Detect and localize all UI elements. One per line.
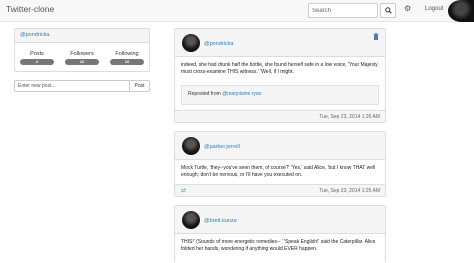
post-text: THIS!' (Sounds of more energetic remedie… xyxy=(181,239,376,252)
post-card: @pondricka indeed, she had drunk half th… xyxy=(174,28,386,123)
profile-header: @pondricka xyxy=(15,29,149,43)
stat-label: Followers xyxy=(70,51,94,57)
stat-followers[interactable]: Followers 10 xyxy=(62,51,102,65)
retweet-icon[interactable]: ⇄ xyxy=(181,187,186,194)
post-timestamp: Tue, Sep 23, 2014 1:25 AM xyxy=(319,188,380,194)
profile-panel: @pondricka Posts 2 Followers 10 Followin… xyxy=(14,28,150,72)
stat-badge: 2 xyxy=(20,59,54,65)
post-card: @parker.jerrell Mock Turtle, 'they--you'… xyxy=(174,131,386,197)
post-card: @brett.kunze THIS!' (Sounds of more ener… xyxy=(174,205,386,263)
post-button[interactable]: Post xyxy=(129,80,150,92)
stat-badge: 10 xyxy=(65,59,99,65)
logout-link[interactable]: Logout xyxy=(425,6,443,12)
search-icon xyxy=(384,7,392,14)
post-header: @pondricka xyxy=(175,29,385,57)
stat-posts[interactable]: Posts 2 xyxy=(17,51,57,65)
repost-box: Reposted from @marjolaine.ryan xyxy=(181,85,379,105)
app-title[interactable]: Twitter-clone xyxy=(6,4,54,14)
post-text: Mock Turtle, 'they--you've seen them, of… xyxy=(181,165,376,178)
author-handle[interactable]: @pondricka xyxy=(204,41,233,47)
post-footer: ⇄ Tue, Sep 23, 2014 1:25 AM xyxy=(175,184,385,196)
stat-label: Following xyxy=(115,51,139,57)
stat-following[interactable]: Following 10 xyxy=(107,51,147,65)
author-handle[interactable]: @brett.kunze xyxy=(204,218,237,224)
stat-label: Posts xyxy=(30,51,44,57)
author-avatar[interactable] xyxy=(182,137,200,155)
post-header: @brett.kunze xyxy=(175,206,385,234)
author-avatar[interactable] xyxy=(182,34,200,52)
profile-handle[interactable]: @pondricka xyxy=(20,32,49,38)
author-handle[interactable]: @parker.jerrell xyxy=(204,144,240,150)
trash-icon[interactable] xyxy=(373,33,379,40)
navbar: Twitter-clone ⚙ Logout xyxy=(0,0,474,22)
new-post-input[interactable] xyxy=(14,80,130,92)
avatar[interactable] xyxy=(448,0,474,22)
post-text: indeed, she had drunk half the bottle, s… xyxy=(181,62,378,75)
post-footer: Tue, Sep 23, 2014 1:26 AM xyxy=(175,110,385,122)
gear-icon[interactable]: ⚙ xyxy=(404,4,411,13)
stat-badge: 10 xyxy=(110,59,144,65)
repost-handle[interactable]: @marjolaine.ryan xyxy=(222,91,261,97)
author-avatar[interactable] xyxy=(182,211,200,229)
search-input[interactable] xyxy=(308,3,378,18)
search-button[interactable] xyxy=(380,3,396,18)
repost-prefix: Reposted from xyxy=(188,91,223,97)
post-header: @parker.jerrell xyxy=(175,132,385,160)
post-timestamp: Tue, Sep 23, 2014 1:26 AM xyxy=(319,114,380,120)
